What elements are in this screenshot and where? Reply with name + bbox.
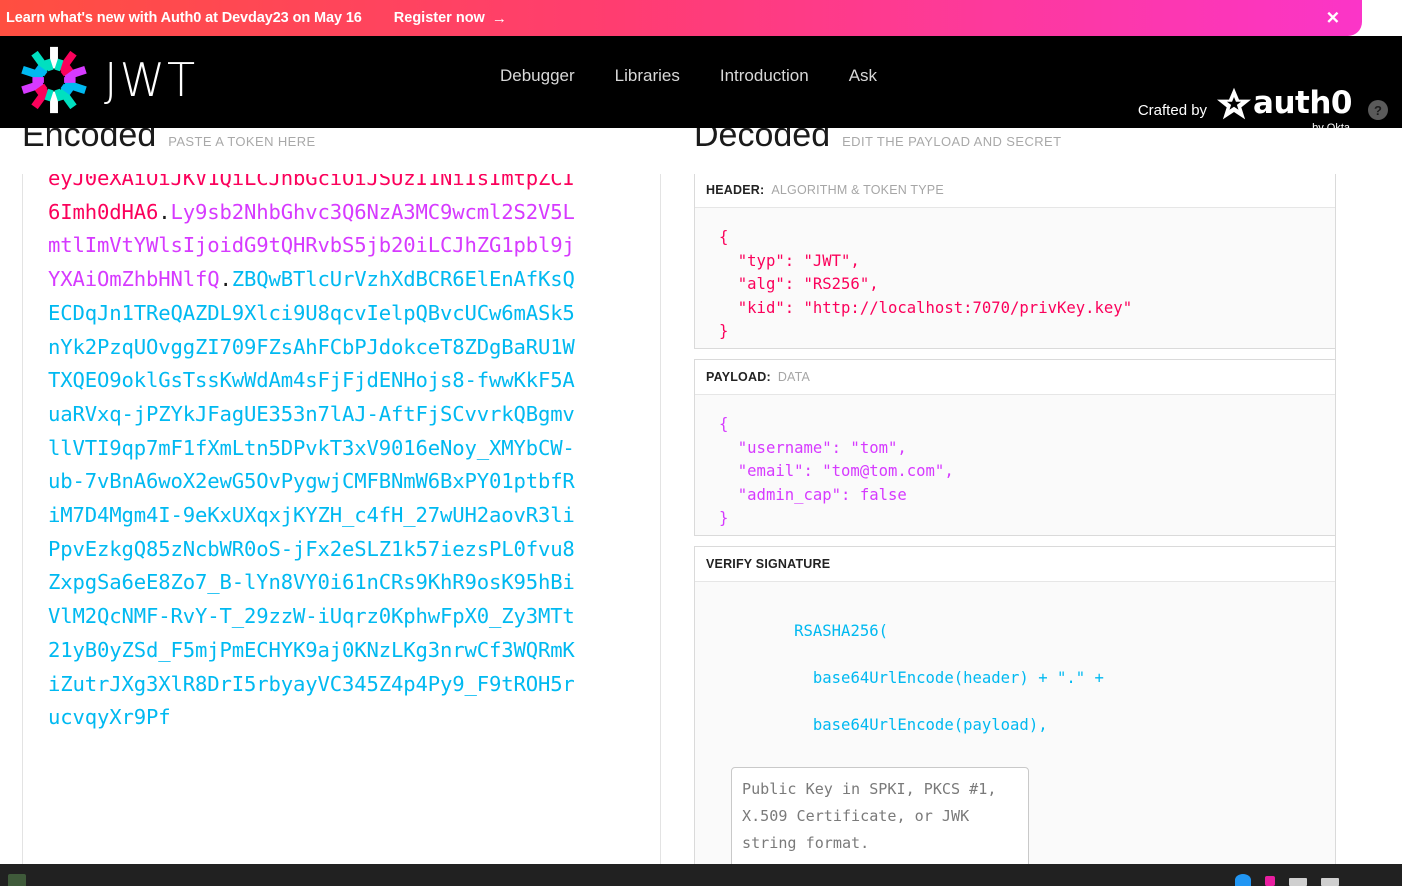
signature-line-3: base64UrlEncode(payload), [794, 715, 1048, 734]
header-card-label: HEADER: [706, 183, 765, 197]
signature-formula-body: RSASHA256( base64UrlEncode(header) + "."… [695, 582, 1335, 886]
nav-item-libraries[interactable]: Libraries [615, 66, 680, 86]
encoded-token-text[interactable]: eyJ0eXAiOiJKV1QiLCJhbGciOiJSUzI1NiIsImtp… [48, 173, 576, 735]
jwt-debugger-page: Learn what's new with Auth0 at Devday23 … [0, 0, 1402, 886]
signature-line-2: base64UrlEncode(header) + "." + [794, 668, 1104, 687]
token-signature-segment: ZBQwBTlcUrVzhXdBCR6ElEnAfKsQECDqJn1TReQA… [48, 267, 575, 730]
header-card-hint: ALGORITHM & TOKEN TYPE [771, 183, 944, 197]
taskbar-browser-icon[interactable] [1235, 874, 1251, 886]
os-taskbar [0, 864, 1402, 886]
promo-message: Learn what's new with Auth0 at Devday23 … [6, 10, 362, 26]
promo-cta-label: Register now [393, 10, 485, 26]
token-dot-2: . [219, 267, 232, 292]
jwt-logo-link[interactable]: JWT [18, 44, 197, 116]
close-icon[interactable]: ✕ [1326, 10, 1340, 27]
taskbar-app4-icon[interactable] [1321, 878, 1339, 886]
header-card: HEADER: ALGORITHM & TOKEN TYPE { "typ": … [694, 172, 1336, 349]
header-card-bar: HEADER: ALGORITHM & TOKEN TYPE [695, 173, 1335, 208]
crafted-by-label: Crafted by [1137, 101, 1208, 119]
auth0-logo-link[interactable]: auth0 by Okta [1217, 86, 1352, 134]
payload-card-bar: PAYLOAD: DATA [695, 360, 1335, 395]
top-navbar: JWT Debugger Libraries Introduction Ask … [0, 36, 1402, 134]
promo-register-link[interactable]: Register now → [394, 10, 507, 26]
decoded-subtitle: EDIT THE PAYLOAD AND SECRET [842, 134, 1062, 149]
nav-item-ask[interactable]: Ask [849, 66, 877, 86]
public-key-input[interactable] [731, 766, 1029, 872]
verify-signature-label: VERIFY SIGNATURE [706, 557, 831, 571]
taskbar-app2-icon[interactable] [1265, 876, 1275, 886]
decoded-panel: HEADER: ALGORITHM & TOKEN TYPE { "typ": … [694, 172, 1336, 886]
encoded-token-panel[interactable]: eyJ0eXAiOiJKV1QiLCJhbGciOiJSUzI1NiIsImtp… [22, 172, 661, 866]
nav-item-debugger[interactable]: Debugger [500, 66, 575, 86]
nav-item-introduction[interactable]: Introduction [720, 66, 809, 86]
help-icon[interactable]: ? [1368, 100, 1388, 120]
verify-signature-card: VERIFY SIGNATURE RSASHA256( base64UrlEnc… [694, 546, 1336, 886]
header-json-editor[interactable]: { "typ": "JWT", "alg": "RS256", "kid": "… [695, 208, 1335, 348]
auth0-badge-icon [1217, 87, 1252, 120]
auth0-wordmark: auth0 [1253, 84, 1352, 121]
payload-card-hint: DATA [777, 370, 811, 384]
signature-line-1: RSASHA256( [794, 621, 888, 640]
payload-card: PAYLOAD: DATA { "username": "tom", "emai… [694, 359, 1336, 536]
encoded-subtitle: PASTE A TOKEN HERE [168, 134, 316, 149]
jwt-starburst-icon [21, 46, 87, 114]
arrow-right-icon: → [491, 9, 507, 27]
taskbar-tray [1235, 864, 1339, 886]
auth0-okta-subline: by Okta [1312, 122, 1350, 134]
crafted-by-block: Crafted by auth0 by Okta ? [1138, 86, 1388, 134]
payload-card-label: PAYLOAD: [706, 370, 771, 384]
token-dot-1: . [158, 199, 171, 224]
jwt-wordmark: JWT [104, 53, 198, 107]
promo-banner: Learn what's new with Auth0 at Devday23 … [0, 0, 1362, 36]
taskbar-app-icon[interactable] [8, 874, 26, 886]
verify-signature-bar: VERIFY SIGNATURE [695, 547, 1335, 582]
nav-links: Debugger Libraries Introduction Ask [500, 66, 877, 86]
taskbar-app3-icon[interactable] [1289, 878, 1307, 886]
payload-json-editor[interactable]: { "username": "tom", "email": "tom@tom.c… [695, 395, 1335, 535]
